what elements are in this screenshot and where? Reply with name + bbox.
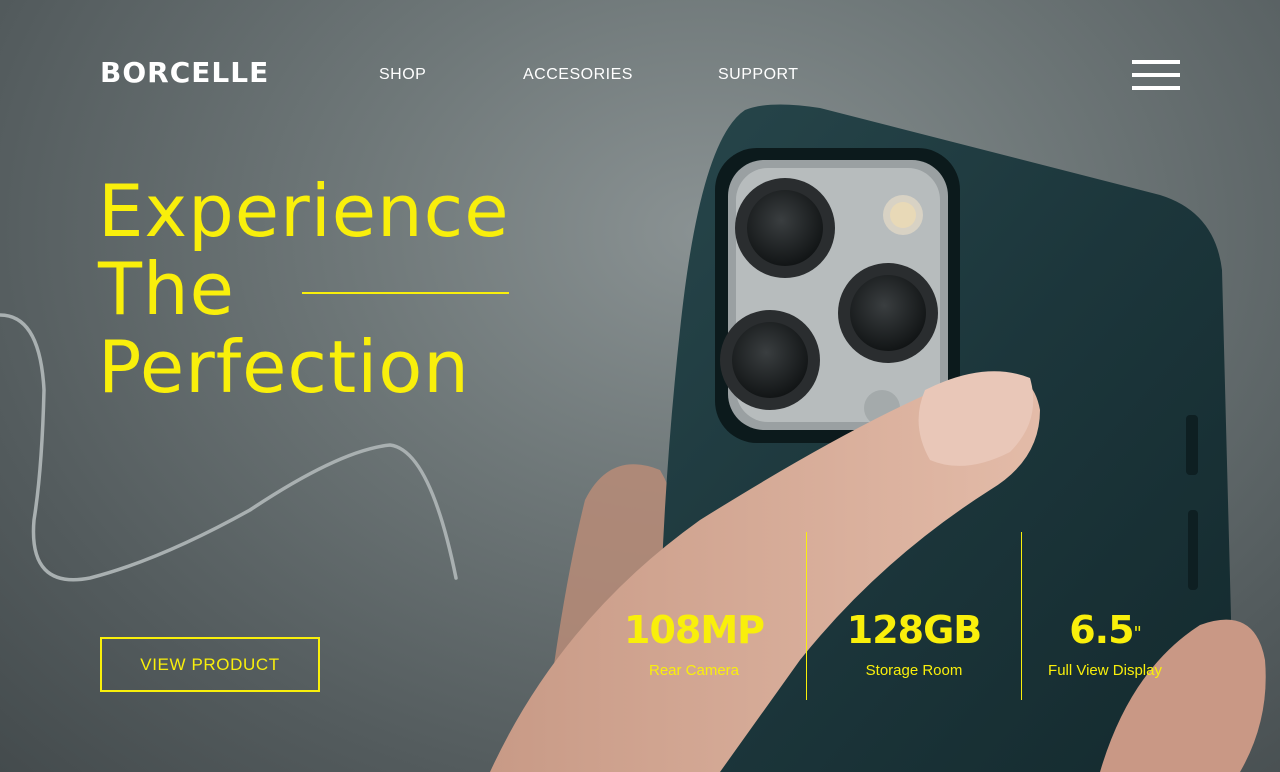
hero-title-line-3: Perfection <box>98 325 470 409</box>
hero-title: Experience The Perfection <box>98 172 510 406</box>
stat-storage: 128GB Storage Room <box>832 606 996 682</box>
menu-bar-bottom <box>1132 86 1180 90</box>
title-accent-rule <box>302 292 509 294</box>
menu-bar-middle <box>1132 73 1180 77</box>
stat-value: 6.5" <box>1030 606 1180 654</box>
stat-rear-camera: 108MP Rear Camera <box>612 606 776 682</box>
brand-logo[interactable]: BORCELLE <box>100 56 269 89</box>
hamburger-menu-icon[interactable] <box>1132 60 1180 92</box>
stat-value: 128GB <box>846 608 982 652</box>
stat-label: Full View Display <box>1048 662 1162 679</box>
stat-label: Rear Camera <box>648 662 740 679</box>
nav-link-accessories[interactable]: ACCESORIES <box>523 66 633 84</box>
stat-display: 6.5" Full View Display <box>1030 606 1180 682</box>
nav-link-support[interactable]: SUPPORT <box>718 66 799 84</box>
hero-title-line-1: Experience <box>98 169 510 253</box>
stat-divider <box>1021 532 1022 700</box>
stat-label: Storage Room <box>865 662 963 679</box>
stat-value: 108MP <box>624 608 765 652</box>
hero-title-line-2: The <box>98 247 235 331</box>
stat-divider <box>806 532 807 700</box>
view-product-button[interactable]: VIEW PRODUCT <box>100 637 320 692</box>
nav-link-shop[interactable]: SHOP <box>379 66 426 84</box>
stat-unit: " <box>1133 623 1142 644</box>
menu-bar-top <box>1132 60 1180 64</box>
stat-number: 6.5 <box>1069 608 1134 652</box>
